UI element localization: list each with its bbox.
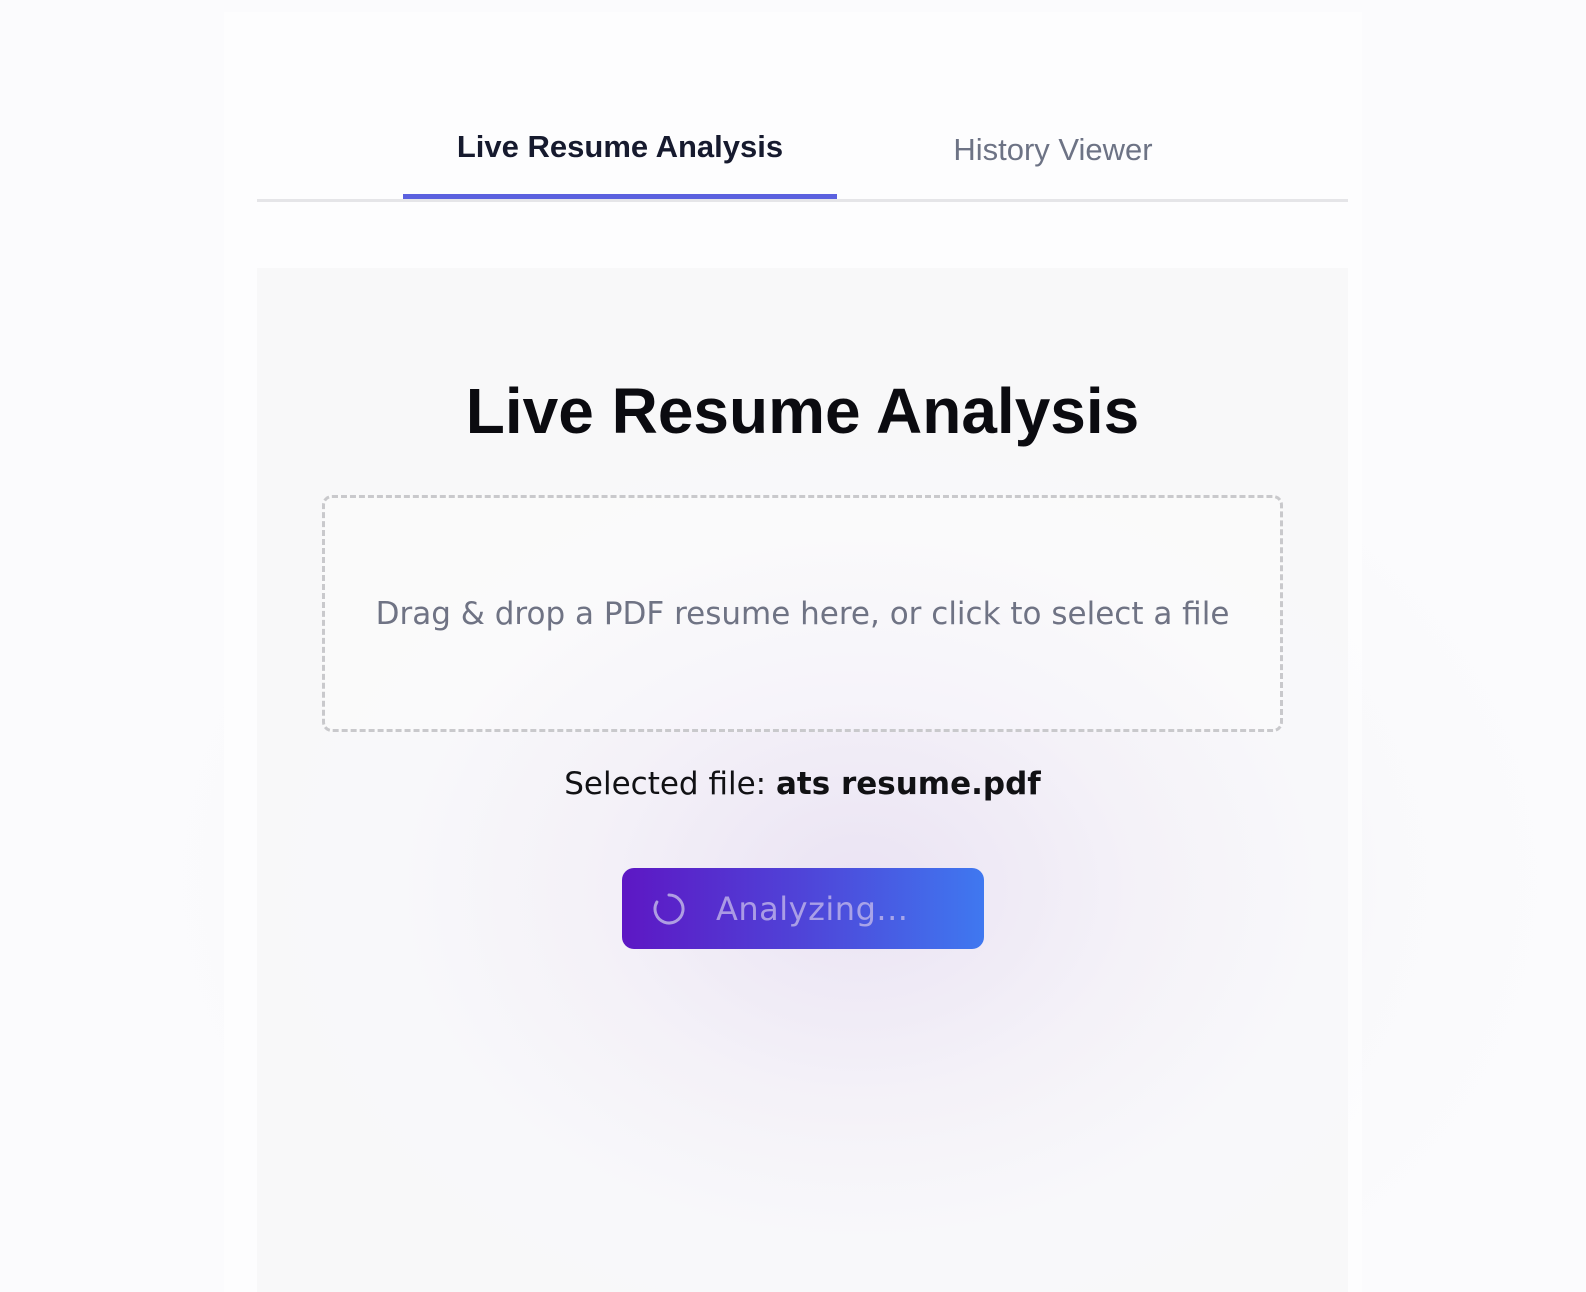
tab-history-viewer[interactable]: History Viewer [893,100,1213,199]
page-title: Live Resume Analysis [465,375,1140,447]
spinner-icon [652,892,686,926]
tab-bar: Live Resume Analysis History Viewer [257,100,1348,202]
analysis-panel: Live Resume Analysis Drag & drop a PDF r… [257,268,1348,1292]
selected-file-label: Selected file: [564,766,767,802]
tab-live-resume-analysis[interactable]: Live Resume Analysis [403,100,837,199]
selected-file-name: ats resume.pdf [775,766,1041,802]
analyze-button[interactable]: Analyzing... [622,868,984,949]
analyze-button-label: Analyzing... [716,889,909,928]
dropzone-instructions: Drag & drop a PDF resume here, or click … [375,595,1230,632]
selected-file-info: Selected file: ats resume.pdf [257,766,1348,802]
pdf-dropzone[interactable]: Drag & drop a PDF resume here, or click … [322,495,1283,732]
